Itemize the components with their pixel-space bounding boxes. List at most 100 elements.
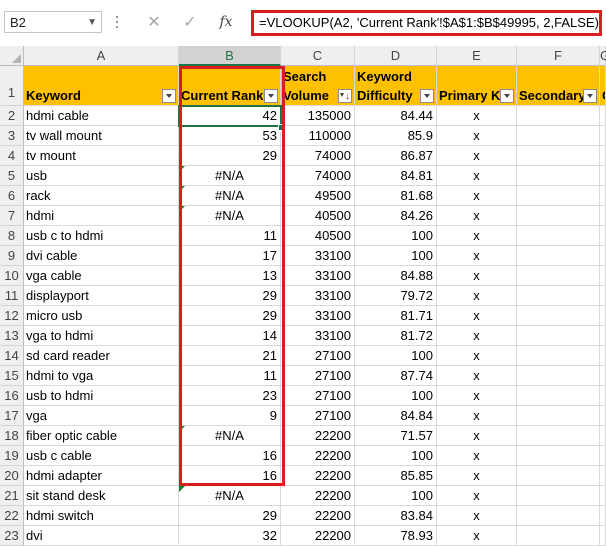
cell-secondary[interactable] [517, 106, 600, 126]
cell-column-g[interactable] [600, 186, 606, 206]
name-box[interactable]: B2 ▼ [4, 11, 102, 33]
cell-search-volume[interactable]: 22200 [281, 446, 355, 466]
cell-primary-keyword[interactable]: x [437, 126, 517, 146]
cell-column-g[interactable] [600, 146, 606, 166]
cell-primary-keyword[interactable]: x [437, 326, 517, 346]
cell-current-rank[interactable]: 42 [179, 106, 281, 126]
cell-keyword[interactable]: usb c cable [24, 446, 179, 466]
cell-secondary[interactable] [517, 126, 600, 146]
cell-column-g[interactable] [600, 166, 606, 186]
row-header[interactable]: 5 [0, 166, 24, 186]
column-header-e[interactable]: E [437, 46, 517, 66]
cell-keyword[interactable]: dvi cable [24, 246, 179, 266]
filter-dropdown-icon[interactable] [420, 89, 434, 103]
cell-keyword-difficulty[interactable]: 100 [355, 446, 437, 466]
cell-current-rank[interactable]: 13 [179, 266, 281, 286]
cell-current-rank[interactable]: #N/A [179, 166, 281, 186]
cell-keyword[interactable]: hdmi cable [24, 106, 179, 126]
cell-secondary[interactable] [517, 186, 600, 206]
cell-keyword[interactable]: usb c to hdmi [24, 226, 179, 246]
cell-keyword-difficulty[interactable]: 85.85 [355, 466, 437, 486]
cell-keyword[interactable]: sd card reader [24, 346, 179, 366]
row-header[interactable]: 19 [0, 446, 24, 466]
cell-search-volume[interactable]: 49500 [281, 186, 355, 206]
cell-secondary[interactable] [517, 446, 600, 466]
row-header[interactable]: 7 [0, 206, 24, 226]
cell-secondary[interactable] [517, 426, 600, 446]
cell-keyword[interactable]: fiber optic cable [24, 426, 179, 446]
cell-search-volume[interactable]: 33100 [281, 286, 355, 306]
column-header-g[interactable]: G [600, 46, 606, 66]
cell-search-volume[interactable]: 74000 [281, 166, 355, 186]
cell-search-volume[interactable]: 27100 [281, 406, 355, 426]
cell-search-volume[interactable]: 33100 [281, 246, 355, 266]
cell-current-rank[interactable]: 29 [179, 306, 281, 326]
row-header[interactable]: 6 [0, 186, 24, 206]
filter-dropdown-icon[interactable] [162, 89, 176, 103]
header-c[interactable]: C [600, 66, 606, 106]
cell-keyword-difficulty[interactable]: 81.72 [355, 326, 437, 346]
cell-secondary[interactable] [517, 526, 600, 546]
row-header[interactable]: 2 [0, 106, 24, 126]
cell-keyword-difficulty[interactable]: 84.26 [355, 206, 437, 226]
cell-search-volume[interactable]: 74000 [281, 146, 355, 166]
cell-primary-keyword[interactable]: x [437, 266, 517, 286]
cell-column-g[interactable] [600, 366, 606, 386]
cell-search-volume[interactable]: 27100 [281, 386, 355, 406]
cell-primary-keyword[interactable]: x [437, 446, 517, 466]
row-header[interactable]: 23 [0, 526, 24, 546]
cell-keyword-difficulty[interactable]: 100 [355, 246, 437, 266]
row-header[interactable]: 9 [0, 246, 24, 266]
row-header[interactable]: 14 [0, 346, 24, 366]
filter-dropdown-icon[interactable] [264, 89, 278, 103]
cell-secondary[interactable] [517, 166, 600, 186]
cancel-icon[interactable]: ✕ [136, 12, 172, 32]
cell-search-volume[interactable]: 22200 [281, 426, 355, 446]
cell-current-rank[interactable]: #N/A [179, 206, 281, 226]
cell-column-g[interactable] [600, 226, 606, 246]
cell-search-volume[interactable]: 27100 [281, 346, 355, 366]
cell-keyword[interactable]: tv mount [24, 146, 179, 166]
row-header[interactable]: 16 [0, 386, 24, 406]
cell-keyword-difficulty[interactable]: 79.72 [355, 286, 437, 306]
cell-keyword-difficulty[interactable]: 100 [355, 346, 437, 366]
cell-keyword-difficulty[interactable]: 100 [355, 226, 437, 246]
row-header[interactable]: 11 [0, 286, 24, 306]
cell-secondary[interactable] [517, 286, 600, 306]
row-header[interactable]: 17 [0, 406, 24, 426]
cell-column-g[interactable] [600, 446, 606, 466]
cell-keyword[interactable]: usb to hdmi [24, 386, 179, 406]
cell-column-g[interactable] [600, 266, 606, 286]
row-header[interactable]: 10 [0, 266, 24, 286]
cell-primary-keyword[interactable]: x [437, 226, 517, 246]
cell-keyword[interactable]: vga [24, 406, 179, 426]
cell-primary-keyword[interactable]: x [437, 306, 517, 326]
cell-current-rank[interactable]: 21 [179, 346, 281, 366]
cell-column-g[interactable] [600, 246, 606, 266]
cell-secondary[interactable] [517, 486, 600, 506]
cell-column-g[interactable] [600, 326, 606, 346]
cell-current-rank[interactable]: 23 [179, 386, 281, 406]
cell-keyword-difficulty[interactable]: 83.84 [355, 506, 437, 526]
cell-primary-keyword[interactable]: x [437, 166, 517, 186]
cell-secondary[interactable] [517, 326, 600, 346]
column-header-c[interactable]: C [281, 46, 355, 66]
cell-current-rank[interactable]: 11 [179, 366, 281, 386]
cell-column-g[interactable] [600, 506, 606, 526]
row-header[interactable]: 13 [0, 326, 24, 346]
cell-secondary[interactable] [517, 146, 600, 166]
cell-column-g[interactable] [600, 126, 606, 146]
cell-current-rank[interactable]: 14 [179, 326, 281, 346]
cell-primary-keyword[interactable]: x [437, 506, 517, 526]
cell-column-g[interactable] [600, 406, 606, 426]
row-header[interactable]: 3 [0, 126, 24, 146]
cell-search-volume[interactable]: 22200 [281, 506, 355, 526]
cell-search-volume[interactable]: 22200 [281, 526, 355, 546]
row-header[interactable]: 20 [0, 466, 24, 486]
error-indicator-icon[interactable] [179, 166, 185, 172]
column-header-f[interactable]: F [517, 46, 600, 66]
cell-search-volume[interactable]: 33100 [281, 326, 355, 346]
cell-secondary[interactable] [517, 306, 600, 326]
chevron-down-icon[interactable]: ▼ [87, 12, 97, 34]
cell-column-g[interactable] [600, 526, 606, 546]
